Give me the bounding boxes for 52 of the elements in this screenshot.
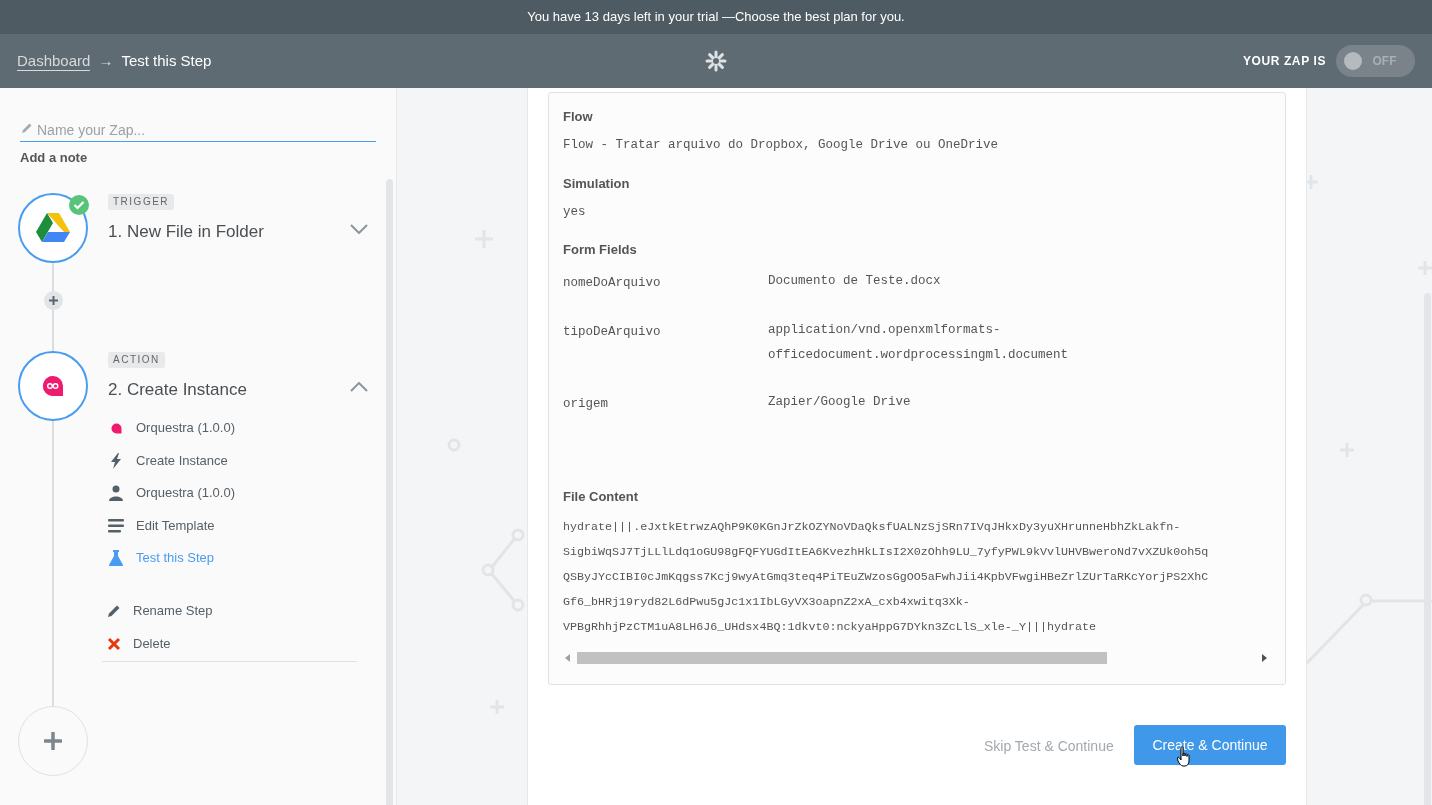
trial-banner-text: You have 13 days left in your trial —Choose the best plan for you.: [527, 8, 905, 27]
person-icon: [108, 485, 124, 501]
chat-bubble-logo-icon: [42, 375, 64, 397]
form-field-value: Documento de Teste.docx: [768, 273, 941, 290]
scroll-left-icon: [565, 654, 570, 662]
breadcrumb-separator: →: [98, 50, 114, 71]
add-note-link[interactable]: Add a note: [20, 148, 88, 168]
file-content-line: SigbiWqSJ7TjLLlLdq1oGU98gFQFYUGdItEA6KvezhHkLIsI2X0zOhh9LU_7yfyPWL9kVvlUHVBweroNd7vXZUk0oh5q: [563, 543, 1210, 561]
step-menu-item[interactable]: Create Instance: [136, 450, 228, 471]
field-label: Simulation: [563, 175, 631, 194]
form-field-value: application/vnd.openxmlformats-: [768, 322, 1002, 339]
step-title[interactable]: 2. Create Instance: [108, 377, 247, 403]
form-field-key: nomeDoArquivo: [563, 269, 768, 296]
zap-name-field[interactable]: Name your Zap...: [20, 119, 376, 142]
add-step-button[interactable]: [44, 291, 63, 310]
breadcrumb-current: Test this Step: [121, 50, 212, 71]
step-type-tag: ACTION: [108, 352, 165, 368]
field-label: Flow: [563, 108, 594, 126]
horizontal-scrollbar[interactable]: [565, 652, 1267, 664]
step-action-link[interactable]: Rename Step: [133, 600, 213, 621]
asterisk-logo-icon: [705, 50, 727, 72]
step-menu-item[interactable]: Orquestra (1.0.0): [136, 418, 235, 438]
step-menu-item[interactable]: Orquestra (1.0.0): [136, 483, 235, 503]
close-icon: [107, 636, 121, 651]
step-title[interactable]: 1. New File in Folder: [108, 219, 264, 245]
pencil-icon: [107, 603, 121, 618]
file-content-line: QSByJYcCIBI0cJmKqgss7Kcj9wyAtGmq3teq4PiTEuZWzosGgOO5aFwhJii4KpbVFwgiHBeZrlZUrTaRKcYorjPS2XhC: [563, 568, 1210, 586]
triangle-logo-icon: [35, 212, 71, 244]
step-action-link[interactable]: Delete: [133, 633, 171, 654]
form-field-key: tipoDeArquivo: [563, 318, 768, 368]
flask-icon: [109, 550, 123, 566]
form-field-key: origem: [563, 390, 768, 417]
field-label: File Content: [563, 488, 640, 506]
field-value: yes: [563, 203, 587, 221]
scroll-right-icon: [1262, 654, 1267, 662]
breadcrumb-link[interactable]: Dashboard: [17, 51, 91, 71]
chat-bubble-icon: [110, 422, 122, 434]
field-value: Flow - Tratar arquivo do Dropbox, Google Drive ou OneDrive: [563, 136, 1000, 154]
lightning-icon: [110, 452, 122, 469]
file-content-line: Gf6_bHRj19ryd82L6dPwu5gJc1x1IbLGyVX3oapnZ2xA_cxb4xwitq3Xk-: [563, 593, 971, 611]
step-type-tag: TRIGGER: [108, 194, 175, 210]
field-label: Form Fields: [563, 240, 638, 259]
zap-status-label: YOUR ZAP IS: [1242, 53, 1326, 70]
file-content-line: hydrate|||.eJxtkEtrwzAQhP9K0KGnJrZkOZYNoVDaQksfUALNzSjSRn7IVqJHkxDy3yuXHrunneHbhZkLakfn-: [563, 518, 1182, 536]
form-field-value: officedocument.wordprocessingml.document: [768, 347, 1069, 364]
plus-icon: [49, 296, 58, 305]
form-field-value: Zapier/Google Drive: [768, 394, 911, 411]
plus-icon: [44, 732, 62, 750]
pencil-icon: [21, 122, 33, 134]
lines-icon: [108, 518, 124, 533]
file-content-line: VPBgRhhjPzCTM1uA8LH6J6_UHdsx4BQ:1dkvt0:nckyaHppG7DYkn3ZcLlS_xle-_Y|||hydrate: [563, 618, 1098, 636]
step-menu-item[interactable]: Edit Template: [136, 515, 215, 536]
